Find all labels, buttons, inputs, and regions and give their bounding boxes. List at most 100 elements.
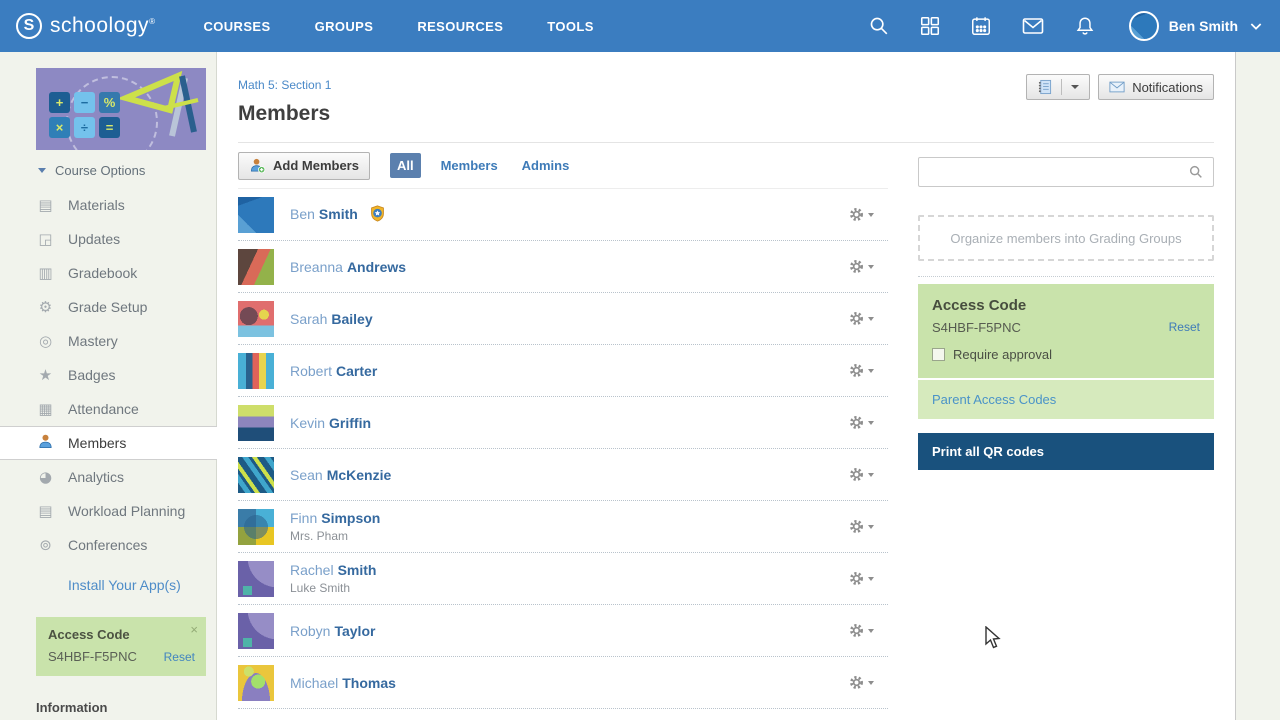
sidebar-item-conferences[interactable]: ⊚ Conferences <box>0 528 216 562</box>
sidebar-item-members[interactable]: Members <box>0 426 217 460</box>
member-actions-menu[interactable] <box>849 363 888 378</box>
app-grid-icon[interactable] <box>919 15 941 37</box>
member-actions-menu[interactable] <box>849 311 888 326</box>
sidebar-item-gradebook[interactable]: ▥ Gradebook <box>0 256 216 290</box>
sidebar-item-attendance[interactable]: ▦ Attendance <box>0 392 216 426</box>
messages-icon[interactable] <box>1021 14 1045 38</box>
member-avatar[interactable] <box>238 509 274 545</box>
member-row: FinnSimpson Mrs. Pham <box>238 501 888 553</box>
sidebar-item-materials[interactable]: ▤ Materials <box>0 188 216 222</box>
gear-icon <box>849 571 864 586</box>
notifications-bell-icon[interactable] <box>1074 15 1096 37</box>
member-name-link[interactable]: MichaelThomas <box>290 675 396 691</box>
member-row: BreannaAndrews <box>238 241 888 293</box>
mastery-icon: ◎ <box>36 332 55 350</box>
report-dropdown-button[interactable] <box>1026 74 1090 100</box>
member-actions-menu[interactable] <box>849 623 888 638</box>
course-thumbnail[interactable]: + − % × ÷ = <box>36 68 206 150</box>
member-avatar[interactable] <box>238 457 274 493</box>
member-name-link[interactable]: BreannaAndrews <box>290 259 406 275</box>
breadcrumb[interactable]: Math 5: Section 1 <box>238 52 331 92</box>
course-sidebar: + − % × ÷ = Course Options ▤ Materials ◲… <box>0 52 217 720</box>
member-row: SarahBailey <box>238 293 888 345</box>
filter-admins[interactable]: Admins <box>518 153 574 178</box>
access-code-panel: Access Code S4HBF-F5PNC Reset Require ap… <box>918 284 1214 378</box>
gear-icon <box>849 415 864 430</box>
nav-groups[interactable]: GROUPS <box>315 19 374 34</box>
schoology-logo[interactable]: S schoology® <box>16 13 155 39</box>
filter-all[interactable]: All <box>390 153 421 178</box>
member-row: RobertCarter <box>238 345 888 397</box>
divide-tile: ÷ <box>74 117 95 138</box>
member-name-link[interactable]: BenSmith <box>290 206 358 222</box>
sidebar-access-code-box: Access Code S4HBF-F5PNC Reset × <box>36 617 206 676</box>
chevron-down-icon <box>1248 18 1264 34</box>
user-menu[interactable]: Ben Smith <box>1129 11 1264 41</box>
top-navigation-bar: S schoology® COURSES GROUPS RESOURCES TOOLS… <box>0 0 1280 52</box>
member-avatar[interactable] <box>238 665 274 701</box>
member-actions-menu[interactable] <box>849 259 888 274</box>
member-name-link[interactable]: FinnSimpson <box>290 510 380 526</box>
search-icon[interactable] <box>1188 164 1204 180</box>
member-actions-menu[interactable] <box>849 207 888 222</box>
nav-resources[interactable]: RESOURCES <box>417 19 503 34</box>
envelope-icon <box>1109 81 1125 93</box>
sidebar-item-badges[interactable]: ★ Badges <box>0 358 216 392</box>
access-code-reset-link[interactable]: Reset <box>164 650 195 664</box>
sidebar-item-mastery[interactable]: ◎ Mastery <box>0 324 216 358</box>
equals-tile: = <box>99 117 120 138</box>
member-avatar[interactable] <box>238 197 274 233</box>
page-background <box>1236 52 1280 720</box>
filter-members[interactable]: Members <box>437 153 502 178</box>
gear-icon <box>849 467 864 482</box>
access-code-reset-link[interactable]: Reset <box>1169 320 1200 335</box>
member-avatar[interactable] <box>238 405 274 441</box>
caret-down-icon <box>868 265 874 269</box>
member-name-link[interactable]: RachelSmith <box>290 562 376 578</box>
caret-down-icon <box>868 213 874 217</box>
member-name-link[interactable]: RobertCarter <box>290 363 377 379</box>
geometry-tools-graphic <box>112 70 204 148</box>
nav-tools[interactable]: TOOLS <box>547 19 594 34</box>
member-name-link[interactable]: KevinGriffin <box>290 415 371 431</box>
member-actions-menu[interactable] <box>849 519 888 534</box>
nav-courses[interactable]: COURSES <box>203 19 270 34</box>
course-options-toggle[interactable]: Course Options <box>38 163 216 178</box>
require-approval-checkbox[interactable] <box>932 348 945 361</box>
notifications-button[interactable]: Notifications <box>1098 74 1214 100</box>
member-avatar[interactable] <box>238 561 274 597</box>
user-name: Ben Smith <box>1169 18 1238 34</box>
member-actions-menu[interactable] <box>849 675 888 690</box>
gear-icon <box>849 623 864 638</box>
member-avatar[interactable] <box>238 613 274 649</box>
sidebar-item-workload-planning[interactable]: ▤ Workload Planning <box>0 494 216 528</box>
member-name-link[interactable]: SeanMcKenzie <box>290 467 391 483</box>
member-actions-menu[interactable] <box>849 467 888 482</box>
member-row: MichaelThomas <box>238 657 888 709</box>
sidebar-item-analytics[interactable]: ◕ Analytics <box>0 460 216 494</box>
member-name-link[interactable]: SarahBailey <box>290 311 373 327</box>
close-icon[interactable]: × <box>190 622 198 637</box>
member-avatar[interactable] <box>238 249 274 285</box>
main-content: Math 5: Section 1 Members Notifications … <box>217 52 1236 720</box>
caret-down-icon <box>868 525 874 529</box>
sidebar-item-updates[interactable]: ◲ Updates <box>0 222 216 256</box>
member-search-input[interactable] <box>928 165 1188 180</box>
member-avatar[interactable] <box>238 301 274 337</box>
search-icon[interactable] <box>868 15 890 37</box>
caret-down-icon <box>868 681 874 685</box>
calendar-icon[interactable] <box>970 15 992 37</box>
member-avatar[interactable] <box>238 353 274 389</box>
parent-access-codes-link[interactable]: Parent Access Codes <box>918 380 1214 419</box>
member-name-link[interactable]: RobynTaylor <box>290 623 375 639</box>
add-members-button[interactable]: Add Members <box>238 152 370 180</box>
install-apps-link[interactable]: Install Your App(s) <box>68 577 216 593</box>
member-actions-menu[interactable] <box>849 571 888 586</box>
sidebar-item-grade-setup[interactable]: ⚙ Grade Setup <box>0 290 216 324</box>
multiply-tile: × <box>49 117 70 138</box>
members-toolbar: Add Members All Members Admins <box>238 143 888 189</box>
print-qr-codes-button[interactable]: Print all QR codes <box>918 433 1214 470</box>
grading-groups-dropzone[interactable]: Organize members into Grading Groups <box>918 215 1214 261</box>
member-actions-menu[interactable] <box>849 415 888 430</box>
caret-down-icon <box>868 369 874 373</box>
